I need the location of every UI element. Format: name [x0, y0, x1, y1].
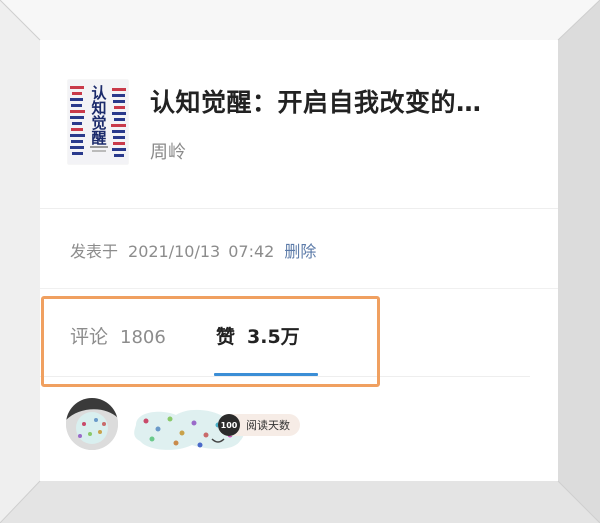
reading-days-number: 100 [218, 414, 240, 436]
user-avatar[interactable] [66, 398, 118, 450]
tab-comments-count: 1806 [120, 327, 166, 348]
book-cover-image[interactable]: 认知觉醒 [68, 80, 128, 164]
divider [40, 288, 558, 289]
book-author[interactable]: 周岭 [150, 138, 186, 164]
post-card: 认知觉醒 认知觉醒：开启自我改变的… 周岭 发表于 2021/10/13 07:42… [40, 40, 558, 481]
published-prefix: 发表于 [70, 242, 119, 261]
published-date: 2021/10/13 [128, 242, 221, 261]
tab-comments-label: 评论 [70, 326, 109, 348]
tab-likes-label: 赞 [216, 326, 236, 348]
reading-days-badge[interactable]: 100 阅读天数 [218, 414, 300, 436]
tab-likes[interactable]: 赞 3.5万 [216, 322, 300, 349]
tab-comments[interactable]: 评论 1806 [70, 322, 166, 349]
reading-days-label: 阅读天数 [246, 419, 290, 432]
divider [40, 208, 558, 209]
published-time: 07:42 [228, 242, 275, 261]
book-cover-title: 认知觉醒 [91, 84, 107, 147]
tab-likes-count: 3.5万 [247, 326, 300, 348]
delete-link[interactable]: 删除 [284, 242, 316, 261]
book-title[interactable]: 认知觉醒：开启自我改变的… [150, 83, 530, 119]
avatar-image [66, 398, 118, 450]
post-meta: 发表于 2021/10/13 07:42 删除 [70, 238, 316, 262]
divider [40, 376, 530, 377]
